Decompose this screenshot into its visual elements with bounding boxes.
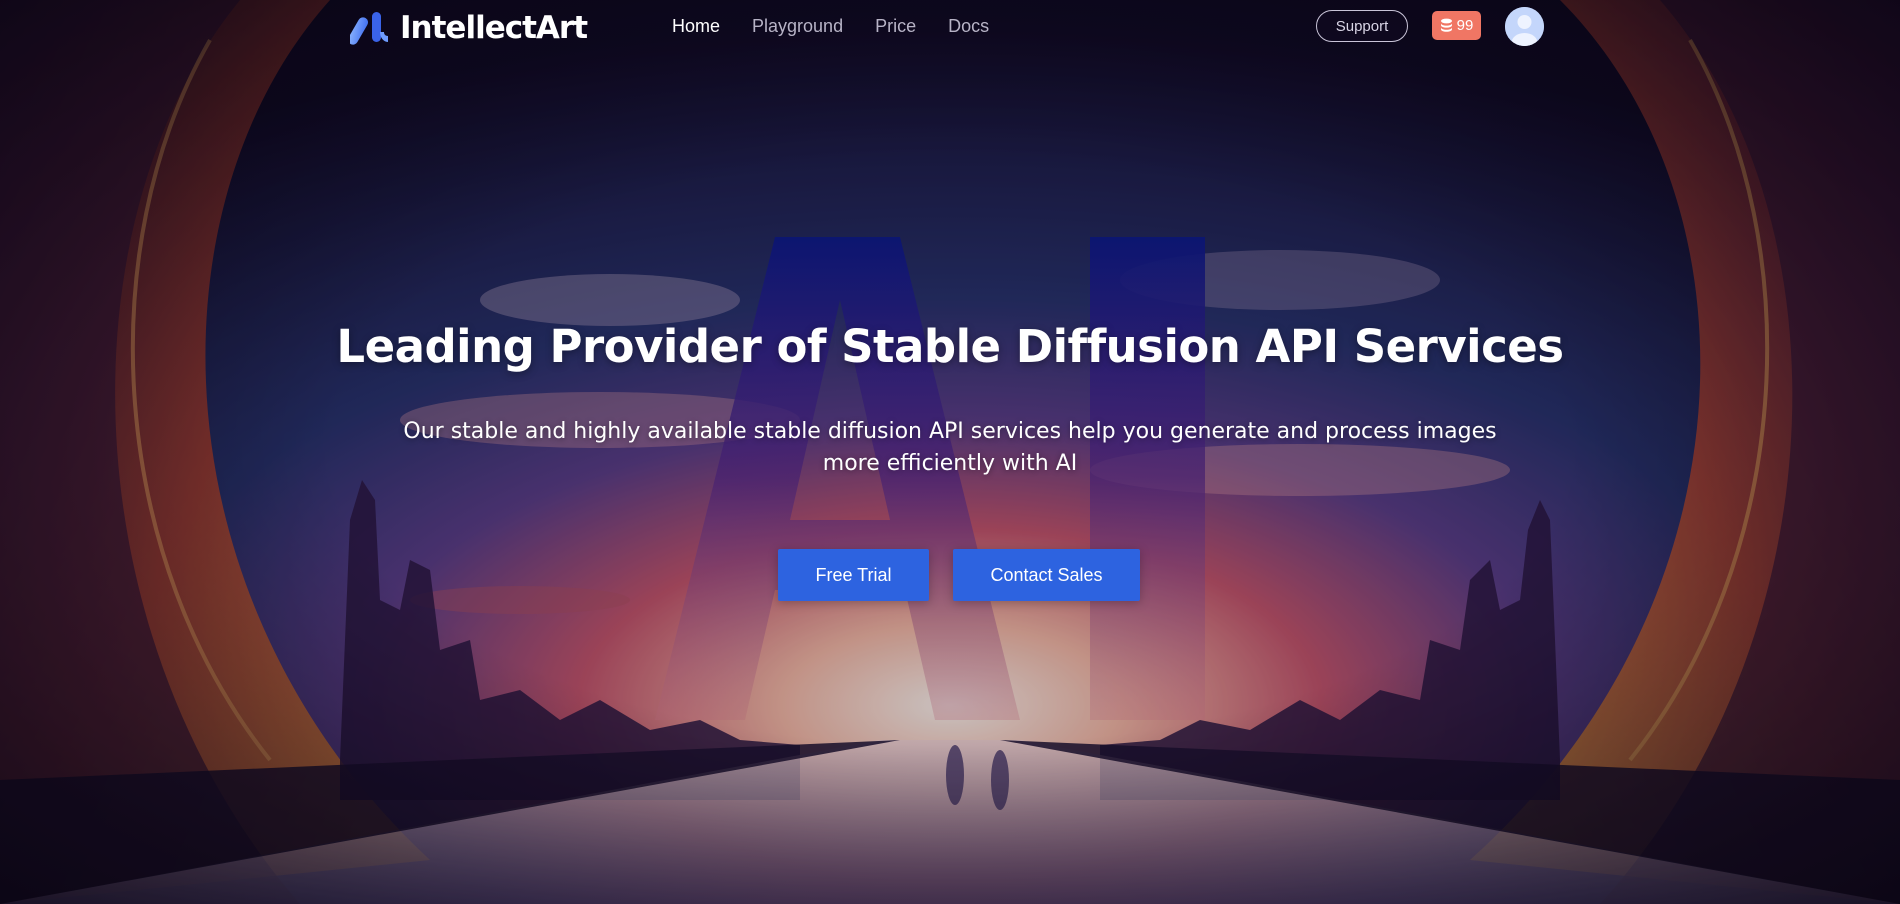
nav-playground[interactable]: Playground (752, 16, 843, 37)
main-nav: Home Playground Price Docs (672, 16, 989, 37)
credits-count: 99 (1456, 17, 1474, 34)
contact-sales-button[interactable]: Contact Sales (953, 549, 1140, 601)
credits-badge[interactable]: 99 (1432, 11, 1481, 40)
hero-title: Leading Provider of Stable Diffusion API… (336, 320, 1564, 373)
coin-stack-icon (1440, 18, 1452, 32)
hero-subtitle: Our stable and highly available stable d… (403, 419, 1497, 476)
nav-price[interactable]: Price (875, 16, 916, 37)
user-avatar-icon (1505, 7, 1544, 46)
top-navbar: IntellectArt Home Playground Price Docs … (0, 0, 1900, 54)
free-trial-button[interactable]: Free Trial (778, 549, 929, 601)
nav-docs[interactable]: Docs (948, 16, 989, 37)
nav-home[interactable]: Home (672, 16, 720, 37)
brand-logo[interactable]: IntellectArt (350, 10, 588, 46)
brand-name: IntellectArt (400, 10, 588, 46)
support-button[interactable]: Support (1316, 10, 1408, 42)
logo-icon (350, 12, 388, 45)
user-avatar[interactable] (1505, 7, 1544, 46)
